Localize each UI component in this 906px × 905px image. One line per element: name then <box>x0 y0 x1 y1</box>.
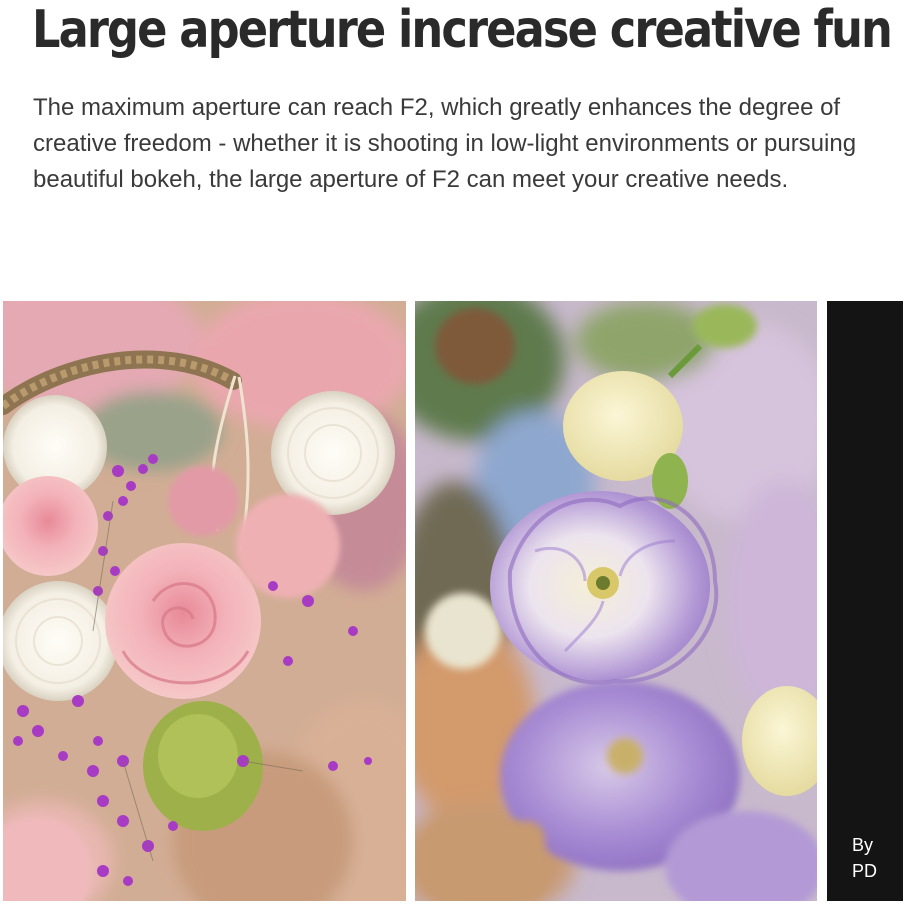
credit-line-author: PD <box>852 861 878 881</box>
photo-credit: By PD <box>852 832 877 884</box>
flower-bouquet-photo <box>3 301 406 901</box>
credit-line-by: By <box>852 835 874 855</box>
description-text: The maximum aperture can reach F2, which… <box>33 94 857 193</box>
photo-credit-panel: By PD <box>827 301 903 901</box>
lisianthus-photo <box>415 301 817 901</box>
headline: Large aperture increase creative fun <box>32 0 893 60</box>
